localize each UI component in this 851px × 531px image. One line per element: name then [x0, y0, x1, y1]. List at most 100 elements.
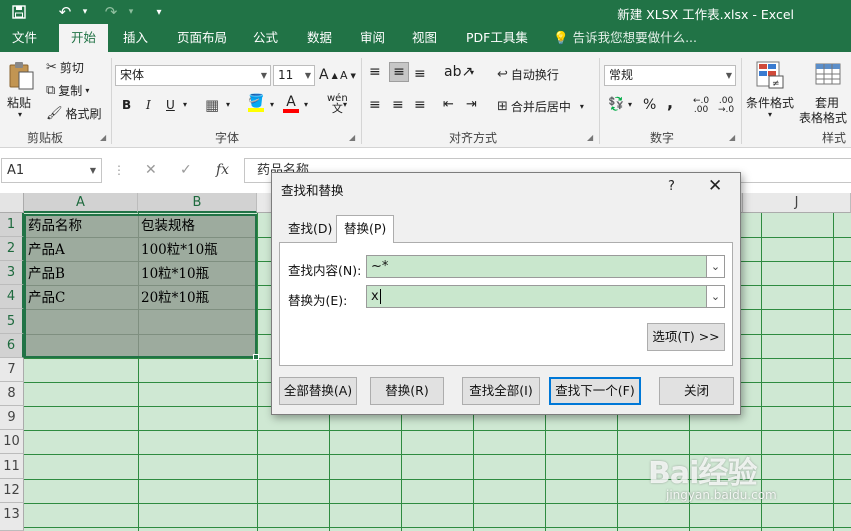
tab-review[interactable]: 审阅: [348, 24, 397, 52]
conditional-dropdown-icon[interactable]: ▾: [768, 110, 772, 119]
table-format-label-line2[interactable]: 表格格式: [799, 109, 847, 126]
row-header-12[interactable]: 12: [0, 479, 24, 503]
align-top-icon[interactable]: ≡: [369, 64, 381, 80]
underline-button[interactable]: U: [166, 98, 175, 112]
close-button[interactable]: 关闭: [659, 377, 734, 405]
tab-pdf-tools[interactable]: PDF工具集: [454, 24, 540, 52]
row-header-4[interactable]: 4: [0, 285, 24, 309]
find-next-button[interactable]: 查找下一个(F): [549, 377, 641, 405]
cell-a2[interactable]: 产品A: [26, 238, 65, 262]
row-header-9[interactable]: 9: [0, 406, 24, 430]
tab-data[interactable]: 数据: [295, 24, 344, 52]
row-header-2[interactable]: 2: [0, 237, 24, 261]
comma-button[interactable]: ,: [667, 93, 673, 112]
cell-a1[interactable]: 药品名称: [26, 214, 82, 238]
row-header-1[interactable]: 1: [0, 213, 24, 237]
paste-icon[interactable]: [7, 60, 37, 90]
column-header-b[interactable]: B: [138, 193, 257, 213]
borders-dropdown-icon[interactable]: ▾: [226, 100, 230, 109]
options-button[interactable]: 选项(T) >>: [647, 323, 725, 351]
tab-file[interactable]: 文件: [0, 24, 49, 52]
increase-decimal-icon[interactable]: ←.0.00: [693, 97, 709, 115]
replace-button[interactable]: 替换(R): [370, 377, 444, 405]
cell-a4[interactable]: 产品C: [26, 286, 65, 310]
align-right-icon[interactable]: ≡: [414, 97, 426, 113]
enter-checkmark-icon[interactable]: ✓: [180, 158, 192, 183]
tab-insert[interactable]: 插入: [111, 24, 160, 52]
fill-color-button[interactable]: 🪣: [248, 95, 264, 112]
paste-button[interactable]: 粘贴: [7, 94, 31, 111]
alignment-launcher-icon[interactable]: ◢: [587, 133, 593, 142]
increase-font-icon[interactable]: A ▲: [319, 67, 338, 83]
tab-formulas[interactable]: 公式: [241, 24, 290, 52]
accounting-format-icon[interactable]: 💱: [608, 97, 624, 112]
font-launcher-icon[interactable]: ◢: [349, 133, 355, 142]
replace-history-dropdown-icon[interactable]: ⌄: [706, 286, 724, 307]
replace-all-button[interactable]: 全部替换(A): [279, 377, 357, 405]
conditional-formatting-button[interactable]: 条件格式: [746, 94, 794, 111]
copy-button[interactable]: ⧉ 复制 ▾: [46, 82, 89, 99]
align-bottom-icon[interactable]: ≡: [414, 66, 426, 82]
align-middle-icon[interactable]: ≡: [389, 62, 409, 82]
paste-dropdown-icon[interactable]: ▾: [18, 110, 22, 119]
tab-find[interactable]: 查找(D): [281, 217, 339, 242]
name-box[interactable]: A1 ▼: [1, 158, 102, 183]
cell-b3[interactable]: 10粒*10瓶: [139, 262, 209, 286]
select-all-corner[interactable]: [0, 193, 24, 213]
cell-a3[interactable]: 产品B: [26, 262, 65, 286]
clipboard-launcher-icon[interactable]: ◢: [100, 133, 106, 142]
merge-center-button[interactable]: ⊞ 合并后居中 ▾: [497, 98, 584, 115]
table-format-icon[interactable]: [814, 60, 844, 90]
borders-icon[interactable]: ▦: [205, 96, 219, 114]
row-header-8[interactable]: 8: [0, 382, 24, 406]
find-history-dropdown-icon[interactable]: ⌄: [706, 256, 724, 277]
cancel-icon[interactable]: ✕: [145, 158, 157, 183]
row-header-10[interactable]: 10: [0, 430, 24, 454]
align-left-icon[interactable]: ≡: [369, 97, 381, 113]
decrease-decimal-icon[interactable]: .00 →.0: [718, 97, 734, 115]
column-header-a[interactable]: A: [24, 193, 138, 213]
row-header-7[interactable]: 7: [0, 358, 24, 382]
conditional-formatting-icon[interactable]: ≠: [755, 60, 785, 90]
wrap-text-button[interactable]: ↩ 自动换行: [497, 66, 559, 83]
format-painter-button[interactable]: 🖌 格式刷: [46, 105, 102, 122]
italic-button[interactable]: I: [146, 98, 151, 112]
underline-dropdown-icon[interactable]: ▾: [183, 100, 187, 109]
tab-page-layout[interactable]: 页面布局: [165, 24, 239, 52]
help-button[interactable]: ?: [668, 179, 675, 194]
tell-me-box[interactable]: 💡 告诉我您想要做什么...: [553, 24, 697, 52]
row-header-11[interactable]: 11: [0, 454, 24, 479]
cell-b1[interactable]: 包装规格: [139, 214, 195, 238]
decrease-font-icon[interactable]: A ▼: [340, 69, 356, 82]
align-center-icon[interactable]: ≡: [392, 97, 404, 113]
orientation-icon[interactable]: ab↗: [444, 64, 473, 80]
tab-replace[interactable]: 替换(P): [336, 215, 395, 243]
decrease-indent-icon[interactable]: ⇤: [443, 97, 454, 112]
row-header-5[interactable]: 5: [0, 309, 24, 334]
find-what-input[interactable]: ~* ⌄: [366, 255, 725, 278]
insert-function-icon[interactable]: fx: [216, 158, 229, 183]
number-launcher-icon[interactable]: ◢: [729, 133, 735, 142]
increase-indent-icon[interactable]: ⇥: [466, 97, 477, 112]
accounting-dropdown-icon[interactable]: ▾: [628, 100, 632, 109]
cell-b4[interactable]: 20粒*10瓶: [139, 286, 209, 310]
row-header-6[interactable]: 6: [0, 334, 24, 358]
font-name-combo[interactable]: 宋体 ▼: [115, 65, 271, 86]
tab-view[interactable]: 视图: [400, 24, 449, 52]
row-header-3[interactable]: 3: [0, 261, 24, 285]
orientation-dropdown-icon[interactable]: ▾: [470, 68, 474, 77]
number-format-combo[interactable]: 常规 ▼: [604, 65, 736, 86]
column-header-j[interactable]: J: [742, 193, 851, 213]
replace-with-input[interactable]: x ⌄: [366, 285, 725, 308]
tab-home[interactable]: 开始: [59, 24, 109, 52]
font-size-combo[interactable]: 11 ▼: [273, 65, 315, 86]
fill-dropdown-icon[interactable]: ▾: [270, 100, 274, 109]
fill-handle[interactable]: [253, 354, 259, 360]
cell-b2[interactable]: 100粒*10瓶: [139, 238, 218, 262]
bold-button[interactable]: B: [122, 98, 131, 112]
cut-button[interactable]: ✂ 剪切: [46, 59, 84, 76]
font-color-button[interactable]: A: [283, 95, 299, 113]
row-header-13[interactable]: 13: [0, 503, 24, 531]
close-icon[interactable]: ✕: [708, 176, 722, 196]
percent-button[interactable]: %: [643, 97, 656, 113]
